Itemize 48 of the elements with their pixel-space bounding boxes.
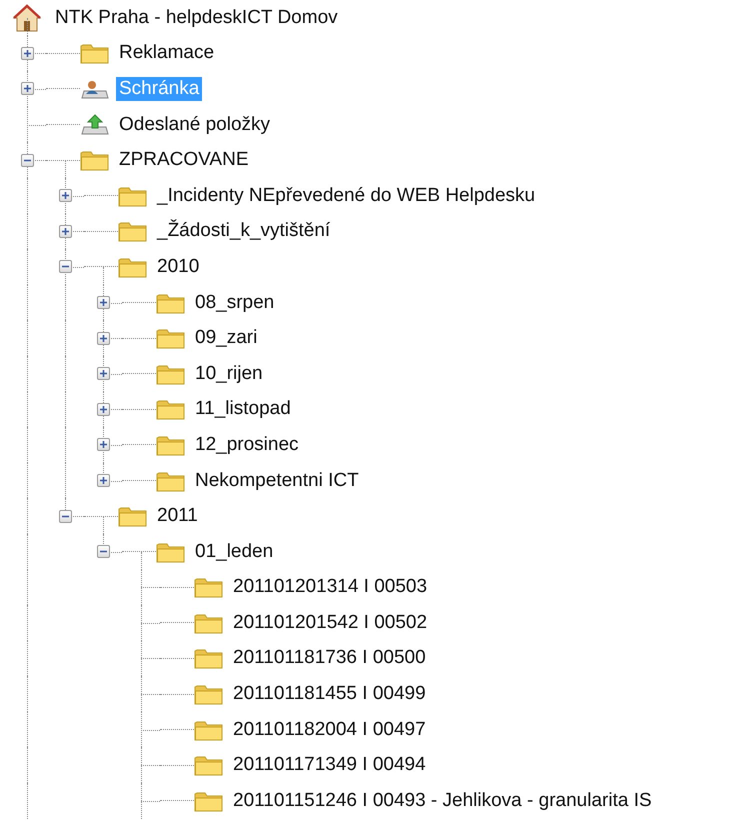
expand-toggle[interactable] bbox=[96, 367, 110, 380]
expand-toggle[interactable] bbox=[58, 510, 72, 523]
expand-toggle[interactable] bbox=[96, 402, 110, 416]
plus-icon bbox=[98, 334, 108, 343]
expand-toggle[interactable] bbox=[20, 46, 34, 60]
plus-icon bbox=[98, 440, 108, 450]
folder-label[interactable]: 201101171349 I 00494 bbox=[230, 753, 429, 778]
expand-toggle[interactable] bbox=[58, 260, 72, 274]
expand-toggle[interactable] bbox=[20, 82, 34, 96]
folder-label[interactable]: 201101201542 I 00502 bbox=[230, 610, 430, 635]
plus-icon bbox=[98, 369, 108, 378]
folder-label[interactable]: 201101201314 I 00503 bbox=[230, 575, 430, 600]
folder-label[interactable]: 09_zari bbox=[192, 326, 260, 350]
expand-toggle[interactable] bbox=[58, 224, 72, 238]
expand-toggle[interactable] bbox=[96, 332, 110, 345]
plus-icon bbox=[22, 84, 32, 94]
folder-label[interactable]: 2011 bbox=[154, 504, 201, 528]
folder-label[interactable]: 201101181455 I 00499 bbox=[230, 682, 429, 706]
expand-toggle[interactable] bbox=[96, 296, 110, 310]
folder-label[interactable]: 201101151246 I 00493 - Jehlikova - granularita IS bbox=[230, 788, 655, 813]
folder-label[interactable]: Nekompetentni ICT bbox=[192, 468, 362, 493]
folder-label[interactable]: _Žádosti_k_vytištění bbox=[154, 219, 334, 244]
folder-label[interactable]: 201101182004 I 00497 bbox=[230, 718, 429, 742]
folder-label[interactable]: _Incidenty NEpřevedené do WEB Helpdesku bbox=[154, 184, 538, 208]
folder-label[interactable]: 08_srpen bbox=[192, 290, 278, 315]
home-icon bbox=[12, 4, 42, 32]
folder-label[interactable]: 11_listopad bbox=[192, 397, 294, 422]
expand-toggle[interactable] bbox=[58, 189, 72, 202]
folder-label[interactable]: 12_prosinec bbox=[192, 432, 302, 457]
expand-toggle[interactable] bbox=[96, 474, 110, 488]
folder-label[interactable]: ZPRACOVANE bbox=[116, 148, 252, 172]
plus-icon bbox=[98, 476, 108, 486]
expand-toggle[interactable] bbox=[20, 154, 34, 167]
plus-icon bbox=[98, 298, 108, 308]
folder-label[interactable]: NTK Praha - helpdeskICT Domov bbox=[52, 6, 341, 30]
plus-icon bbox=[98, 404, 108, 414]
folder-label[interactable]: Odeslané položky bbox=[116, 112, 274, 137]
plus-icon bbox=[60, 226, 70, 236]
expand-toggle[interactable] bbox=[96, 438, 110, 452]
plus-icon bbox=[22, 48, 32, 58]
expand-toggle[interactable] bbox=[96, 545, 110, 558]
outbox-icon bbox=[80, 112, 110, 137]
folder-label[interactable]: Reklamace bbox=[116, 41, 218, 66]
folder-label[interactable]: 01_leden bbox=[192, 540, 276, 564]
folder-label[interactable]: 2010 bbox=[154, 254, 202, 279]
folder-label[interactable]: 10_rijen bbox=[192, 362, 266, 386]
plus-icon bbox=[60, 191, 70, 200]
folder-label[interactable]: 201101181736 I 00500 bbox=[230, 646, 429, 670]
